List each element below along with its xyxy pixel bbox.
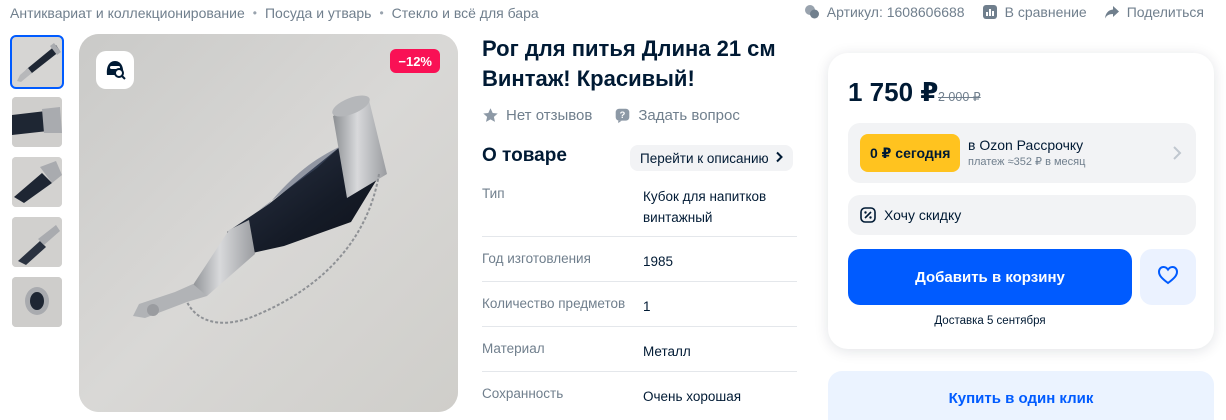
gallery-thumbnail[interactable] [12,97,62,147]
chat-icon [803,3,821,21]
add-to-cart-button[interactable]: Добавить в корзину [848,249,1132,305]
spec-value: 1985 [643,254,674,269]
want-discount-label: Хочу скидку [884,207,962,223]
spec-divider [482,281,797,282]
main-product-image[interactable]: −12% [79,34,458,412]
product-photo [79,34,458,412]
share-icon [1103,3,1121,21]
installment-block[interactable]: 0 ₽ сегодня в Ozon Рассрочку платеж ≈352… [848,123,1196,183]
favorite-button[interactable] [1140,249,1196,305]
about-heading: О товаре [482,145,567,166]
share-button[interactable]: Поделиться [1103,3,1204,21]
ask-question-label: Задать вопрос [638,107,740,124]
spec-value: Кубок для напитков винтажный [643,189,767,225]
delivery-date: Доставка 5 сентября [934,315,1046,327]
rating-row: Нет отзывов ? Задать вопрос [482,107,740,124]
spec-value: Очень хорошая [643,389,742,404]
spec-key: Тип [482,186,505,201]
to-description-label: Перейти к описанию [640,150,769,166]
article-number[interactable]: Артикул: 1608606688 [803,3,965,21]
spec-value: 1 [643,299,651,314]
to-description-button[interactable]: Перейти к описанию [630,145,793,171]
question-icon: ? [614,107,631,124]
chevron-right-icon [775,151,783,166]
spec-value: Металл [643,344,691,359]
gallery-thumbnail[interactable] [12,157,62,207]
gallery-thumbnail[interactable] [12,277,62,327]
spec-divider [482,236,797,237]
spec-key: Год изготовления [482,251,591,266]
current-price: 1 750 ₽ [848,77,939,107]
star-icon [482,107,499,124]
spec-key: Количество предметов [482,296,626,311]
breadcrumb-item[interactable]: Посуда и утварь [265,5,372,21]
old-price: 2 000 ₽ [938,90,981,104]
gallery-thumbnail[interactable] [10,35,64,89]
ask-question-link[interactable]: ? Задать вопрос [614,107,740,124]
breadcrumb-separator: • [252,6,257,20]
spec-key: Материал [482,341,545,356]
spec-key: Сохранность [482,386,564,401]
buy-one-click-button[interactable]: Купить в один клик [828,371,1214,420]
breadcrumb: Антиквариат и коллекционирование • Посуд… [10,4,539,22]
product-title: Рог для питья Длина 21 см Винтаж! Красив… [482,36,776,91]
lens-search-icon [102,55,128,86]
installment-title: в Ozon Рассрочку [968,137,1084,153]
want-discount-button[interactable]: Хочу скидку [848,195,1196,235]
reviews-link[interactable]: Нет отзывов [482,107,592,124]
discount-icon [860,207,876,223]
breadcrumb-item[interactable]: Стекло и всё для бара [392,5,539,21]
buy-card: 1 750 ₽ 2 000 ₽ 0 ₽ сегодня в Ozon Расср… [828,53,1214,349]
installment-pill: 0 ₽ сегодня [860,134,961,172]
image-search-button[interactable] [96,51,134,89]
discount-badge: −12% [390,49,440,73]
breadcrumb-item[interactable]: Антиквариат и коллекционирование [10,5,245,21]
compare-label: В сравнение [1004,4,1087,20]
spec-divider [482,326,797,327]
reviews-label: Нет отзывов [506,107,593,124]
compare-icon [981,3,999,21]
article-label: Артикул: 1608606688 [826,4,965,20]
share-label: Поделиться [1126,4,1204,20]
product-meta-bar: Артикул: 1608606688 В сравнение Поделить… [803,3,1204,21]
spec-divider [482,371,797,372]
installment-subtitle: платеж ≈352 ₽ в месяц [968,156,1086,168]
svg-text:?: ? [620,110,626,120]
chevron-right-icon [1173,146,1182,160]
gallery-thumbnail[interactable] [12,217,62,267]
heart-icon [1156,263,1180,292]
breadcrumb-separator: • [379,6,384,20]
compare-button[interactable]: В сравнение [981,3,1087,21]
